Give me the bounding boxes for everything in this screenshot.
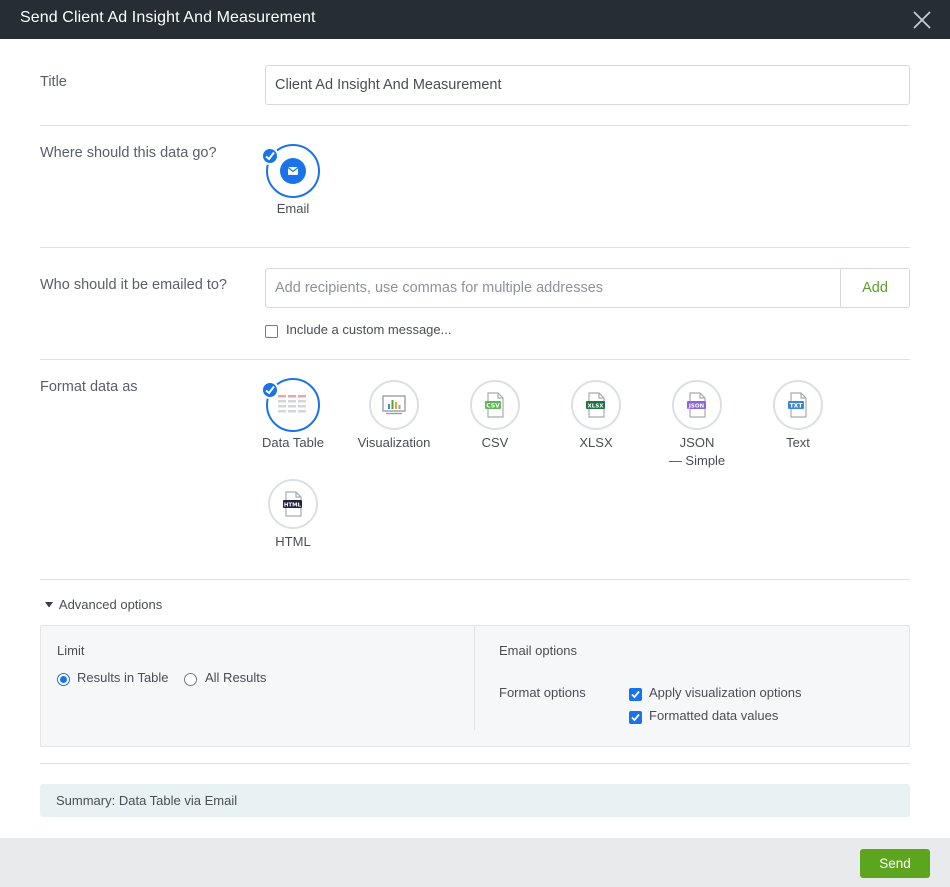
divider bbox=[40, 579, 910, 580]
recipients-field: Add bbox=[265, 268, 910, 308]
recipients-input[interactable] bbox=[266, 269, 841, 307]
format-option-label: CSV bbox=[481, 435, 509, 450]
close-button[interactable] bbox=[912, 10, 932, 30]
title-label: Title bbox=[40, 74, 67, 90]
limit-option-label: All Results bbox=[205, 670, 267, 685]
format-options-label: Format options bbox=[499, 685, 586, 700]
format-option-xlsx[interactable]: XLSX bbox=[571, 380, 621, 430]
svg-text:HTML: HTML bbox=[284, 503, 302, 509]
format-option-label: Visualization bbox=[357, 435, 431, 450]
format-option-label: HTML bbox=[275, 534, 311, 549]
recipients-label: Who should it be emailed to? bbox=[40, 277, 227, 293]
svg-text:CSV: CSV bbox=[486, 403, 500, 410]
format-label: Format data as bbox=[40, 379, 138, 395]
custom-message-checkbox[interactable] bbox=[265, 325, 278, 338]
format-option-visualization[interactable] bbox=[369, 380, 419, 430]
email-options-label: Email options bbox=[499, 643, 578, 658]
format-option-text[interactable]: TXT bbox=[773, 380, 823, 430]
visualization-icon bbox=[382, 395, 406, 415]
divider bbox=[40, 763, 910, 764]
add-recipient-button[interactable]: Add bbox=[840, 269, 909, 307]
text-file-icon: TXT bbox=[788, 392, 807, 418]
csv-file-icon: CSV bbox=[485, 392, 504, 418]
apply-visualization-options-checkbox[interactable] bbox=[629, 688, 642, 701]
format-option-csv[interactable]: CSV bbox=[470, 380, 520, 430]
advanced-options-toggle[interactable]: Advanced options bbox=[44, 597, 162, 612]
limit-option-label: Results in Table bbox=[77, 670, 169, 685]
limit-all-results-radio[interactable] bbox=[184, 673, 197, 686]
panel-separator bbox=[474, 626, 475, 730]
json-file-icon: JSON bbox=[687, 392, 706, 418]
dialog-header: Send Client Ad Insight And Measurement bbox=[0, 0, 950, 39]
svg-text:JSON: JSON bbox=[688, 404, 705, 410]
title-input[interactable] bbox=[265, 65, 910, 105]
caret-down-icon bbox=[45, 602, 53, 608]
format-option-sublabel: — Simple bbox=[668, 453, 726, 468]
format-option-label: Data Table bbox=[262, 435, 324, 450]
format-option-label: JSON bbox=[679, 435, 715, 450]
divider bbox=[40, 359, 910, 360]
divider bbox=[40, 125, 910, 126]
limit-results-in-table-radio[interactable] bbox=[57, 673, 70, 686]
format-option-label: XLSX bbox=[579, 435, 613, 450]
summary-bar: Summary: Data Table via Email bbox=[40, 784, 910, 817]
xlsx-file-icon: XLSX bbox=[586, 392, 605, 418]
divider bbox=[40, 247, 910, 248]
svg-text:XLSX: XLSX bbox=[588, 404, 605, 410]
dialog-title: Send Client Ad Insight And Measurement bbox=[20, 9, 316, 26]
format-option-label: Text bbox=[786, 435, 810, 450]
checkbox-label: Apply visualization options bbox=[649, 685, 802, 700]
svg-text:TXT: TXT bbox=[790, 403, 804, 410]
checkbox-label: Formatted data values bbox=[649, 708, 779, 723]
format-option-html[interactable]: HTML bbox=[268, 479, 318, 529]
custom-message-label: Include a custom message... bbox=[286, 322, 452, 337]
destination-label: Where should this data go? bbox=[40, 145, 217, 161]
selected-check-icon bbox=[261, 147, 279, 165]
destination-option-label: Email bbox=[276, 201, 310, 216]
close-icon bbox=[913, 11, 931, 29]
email-icon bbox=[280, 158, 306, 184]
dialog-footer: Send bbox=[0, 838, 950, 887]
advanced-options-panel: Limit Results in Table All Results Email… bbox=[40, 625, 910, 747]
format-option-json[interactable]: JSON bbox=[672, 380, 722, 430]
limit-label: Limit bbox=[57, 643, 85, 658]
formatted-data-values-checkbox[interactable] bbox=[629, 711, 642, 724]
send-button[interactable]: Send bbox=[860, 849, 930, 878]
checkmark-icon bbox=[631, 690, 640, 699]
data-table-icon bbox=[278, 395, 306, 413]
html-file-icon: HTML bbox=[283, 491, 302, 517]
selected-check-icon bbox=[261, 381, 279, 399]
advanced-options-label: Advanced options bbox=[58, 597, 163, 612]
checkmark-icon bbox=[631, 713, 640, 722]
